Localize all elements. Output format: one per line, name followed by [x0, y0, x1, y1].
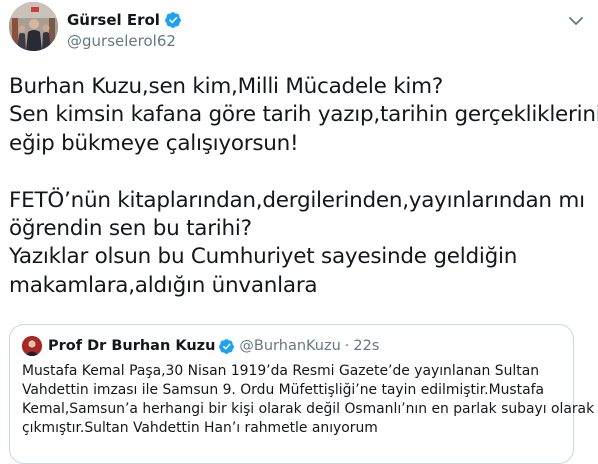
tweet-text: Burhan Kuzu,sen kim,Milli Mücadele kim? … — [9, 73, 598, 300]
quoted-tweet-header[interactable]: Prof Dr Burhan Kuzu @BurhanKuzu · 22s — [22, 336, 379, 356]
tweet-text-line: Burhan Kuzu,sen kim,Milli Mücadele kim? — [9, 74, 443, 99]
quoted-avatar — [22, 336, 42, 356]
tweet[interactable]: Gürsel Erol @gurselerol62 Burhan Kuzu,se… — [0, 0, 598, 464]
author-display-name[interactable]: Gürsel Erol — [67, 11, 160, 29]
chevron-down-icon[interactable] — [566, 14, 586, 28]
tweet-text-line: FETÖ’nün kitaplarından,dergilerinden,yay… — [9, 187, 585, 213]
tweet-text-line: Yazıklar olsun bu Cumhuriyet sayesinde g… — [9, 244, 518, 270]
tweet-text-line: eğip bükmeye çalışıyorsun! — [9, 130, 299, 156]
author-name-row[interactable]: Gürsel Erol — [67, 10, 182, 30]
tweet-text-line: öğrendin sen bu tarihi? — [9, 215, 252, 241]
quoted-display-name[interactable]: Prof Dr Burhan Kuzu — [48, 338, 215, 354]
quoted-handle[interactable]: @BurhanKuzu — [239, 338, 340, 354]
verified-badge-icon — [219, 338, 235, 354]
quoted-timestamp[interactable]: 22s — [353, 338, 379, 354]
avatar[interactable] — [9, 2, 58, 51]
quoted-text-line: Mustafa Kemal Paşa,30 Nisan 1919’da Resm… — [22, 363, 540, 379]
quoted-tweet-text: Mustafa Kemal Paşa,30 Nisan 1919’da Resm… — [22, 362, 595, 438]
quoted-tweet[interactable]: Prof Dr Burhan Kuzu @BurhanKuzu · 22s Mu… — [9, 324, 595, 464]
quoted-text-line: çıkmıştır.Sultan Vahdettin Han’ı rahmetl… — [22, 420, 378, 436]
tweet-text-line: Sen kimsin kafana göre tarih yazıp,tarih… — [9, 102, 598, 128]
author-handle[interactable]: @gurselerol62 — [67, 32, 176, 50]
quoted-text-line: Vahdettin imzası ile Samsun 9. Ordu Müfe… — [22, 382, 544, 398]
quoted-separator: · — [344, 338, 350, 354]
verified-badge-icon — [165, 12, 181, 28]
quoted-text-line: Kemal,Samsun’a herhangi bir kişi olarak … — [22, 401, 595, 417]
tweet-text-line: makamlara,aldığın ünvanlara — [9, 272, 318, 298]
